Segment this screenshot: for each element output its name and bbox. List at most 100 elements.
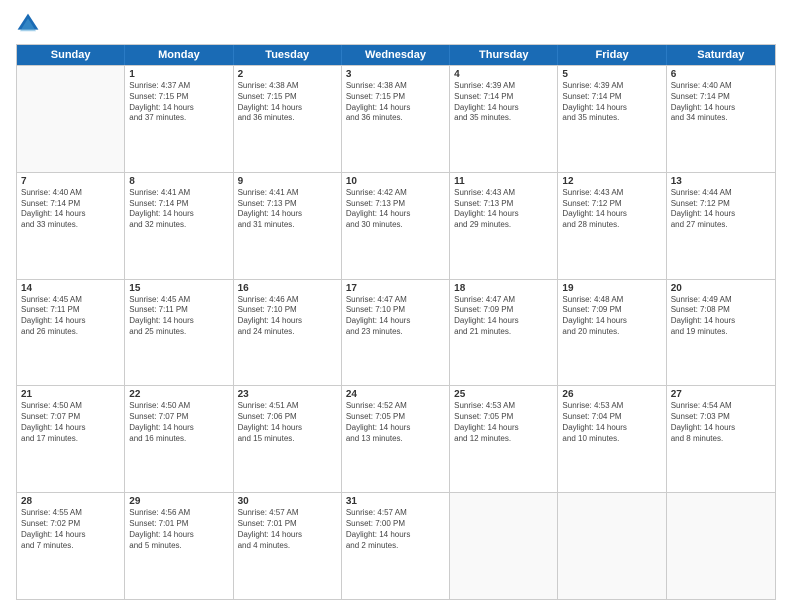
calendar-cell: 4Sunrise: 4:39 AMSunset: 7:14 PMDaylight… (450, 66, 558, 172)
cell-info: Sunrise: 4:39 AMSunset: 7:14 PMDaylight:… (454, 81, 553, 124)
cell-day-number: 8 (129, 176, 228, 187)
cell-day-number: 6 (671, 69, 771, 80)
cell-info: Sunrise: 4:38 AMSunset: 7:15 PMDaylight:… (238, 81, 337, 124)
calendar-cell: 28Sunrise: 4:55 AMSunset: 7:02 PMDayligh… (17, 493, 125, 599)
cell-info: Sunrise: 4:40 AMSunset: 7:14 PMDaylight:… (671, 81, 771, 124)
weekday-header: Sunday (17, 45, 125, 65)
calendar-cell: 27Sunrise: 4:54 AMSunset: 7:03 PMDayligh… (667, 386, 775, 492)
calendar: SundayMondayTuesdayWednesdayThursdayFrid… (16, 44, 776, 600)
cell-day-number: 23 (238, 389, 337, 400)
calendar-cell: 24Sunrise: 4:52 AMSunset: 7:05 PMDayligh… (342, 386, 450, 492)
cell-day-number: 4 (454, 69, 553, 80)
cell-day-number: 2 (238, 69, 337, 80)
calendar-row: 7Sunrise: 4:40 AMSunset: 7:14 PMDaylight… (17, 172, 775, 279)
header (16, 12, 776, 36)
cell-info: Sunrise: 4:47 AMSunset: 7:09 PMDaylight:… (454, 295, 553, 338)
cell-info: Sunrise: 4:38 AMSunset: 7:15 PMDaylight:… (346, 81, 445, 124)
cell-day-number: 13 (671, 176, 771, 187)
calendar-cell: 22Sunrise: 4:50 AMSunset: 7:07 PMDayligh… (125, 386, 233, 492)
cell-info: Sunrise: 4:57 AMSunset: 7:01 PMDaylight:… (238, 508, 337, 551)
cell-day-number: 12 (562, 176, 661, 187)
calendar-cell: 7Sunrise: 4:40 AMSunset: 7:14 PMDaylight… (17, 173, 125, 279)
weekday-header: Tuesday (234, 45, 342, 65)
calendar-cell: 11Sunrise: 4:43 AMSunset: 7:13 PMDayligh… (450, 173, 558, 279)
weekday-header: Saturday (667, 45, 775, 65)
cell-info: Sunrise: 4:43 AMSunset: 7:12 PMDaylight:… (562, 188, 661, 231)
weekday-header: Wednesday (342, 45, 450, 65)
cell-day-number: 28 (21, 496, 120, 507)
calendar-cell: 18Sunrise: 4:47 AMSunset: 7:09 PMDayligh… (450, 280, 558, 386)
cell-info: Sunrise: 4:45 AMSunset: 7:11 PMDaylight:… (21, 295, 120, 338)
weekday-header: Friday (558, 45, 666, 65)
cell-day-number: 16 (238, 283, 337, 294)
cell-info: Sunrise: 4:39 AMSunset: 7:14 PMDaylight:… (562, 81, 661, 124)
calendar-cell: 5Sunrise: 4:39 AMSunset: 7:14 PMDaylight… (558, 66, 666, 172)
cell-info: Sunrise: 4:55 AMSunset: 7:02 PMDaylight:… (21, 508, 120, 551)
calendar-body: 1Sunrise: 4:37 AMSunset: 7:15 PMDaylight… (17, 65, 775, 599)
cell-info: Sunrise: 4:40 AMSunset: 7:14 PMDaylight:… (21, 188, 120, 231)
calendar-cell: 21Sunrise: 4:50 AMSunset: 7:07 PMDayligh… (17, 386, 125, 492)
cell-day-number: 25 (454, 389, 553, 400)
cell-day-number: 20 (671, 283, 771, 294)
calendar-cell: 9Sunrise: 4:41 AMSunset: 7:13 PMDaylight… (234, 173, 342, 279)
calendar-cell: 10Sunrise: 4:42 AMSunset: 7:13 PMDayligh… (342, 173, 450, 279)
weekday-header: Monday (125, 45, 233, 65)
cell-info: Sunrise: 4:46 AMSunset: 7:10 PMDaylight:… (238, 295, 337, 338)
weekday-header: Thursday (450, 45, 558, 65)
calendar-cell: 25Sunrise: 4:53 AMSunset: 7:05 PMDayligh… (450, 386, 558, 492)
calendar-cell: 31Sunrise: 4:57 AMSunset: 7:00 PMDayligh… (342, 493, 450, 599)
page: SundayMondayTuesdayWednesdayThursdayFrid… (0, 0, 792, 612)
cell-day-number: 18 (454, 283, 553, 294)
calendar-cell: 17Sunrise: 4:47 AMSunset: 7:10 PMDayligh… (342, 280, 450, 386)
cell-day-number: 22 (129, 389, 228, 400)
calendar-cell: 6Sunrise: 4:40 AMSunset: 7:14 PMDaylight… (667, 66, 775, 172)
calendar-cell: 13Sunrise: 4:44 AMSunset: 7:12 PMDayligh… (667, 173, 775, 279)
calendar-cell: 26Sunrise: 4:53 AMSunset: 7:04 PMDayligh… (558, 386, 666, 492)
cell-info: Sunrise: 4:44 AMSunset: 7:12 PMDaylight:… (671, 188, 771, 231)
cell-day-number: 9 (238, 176, 337, 187)
cell-day-number: 27 (671, 389, 771, 400)
cell-day-number: 30 (238, 496, 337, 507)
calendar-cell: 8Sunrise: 4:41 AMSunset: 7:14 PMDaylight… (125, 173, 233, 279)
cell-info: Sunrise: 4:50 AMSunset: 7:07 PMDaylight:… (129, 401, 228, 444)
cell-day-number: 15 (129, 283, 228, 294)
cell-info: Sunrise: 4:53 AMSunset: 7:05 PMDaylight:… (454, 401, 553, 444)
calendar-row: 21Sunrise: 4:50 AMSunset: 7:07 PMDayligh… (17, 385, 775, 492)
calendar-cell: 16Sunrise: 4:46 AMSunset: 7:10 PMDayligh… (234, 280, 342, 386)
calendar-cell: 15Sunrise: 4:45 AMSunset: 7:11 PMDayligh… (125, 280, 233, 386)
calendar-cell (558, 493, 666, 599)
cell-info: Sunrise: 4:50 AMSunset: 7:07 PMDaylight:… (21, 401, 120, 444)
calendar-row: 14Sunrise: 4:45 AMSunset: 7:11 PMDayligh… (17, 279, 775, 386)
cell-day-number: 14 (21, 283, 120, 294)
calendar-cell: 2Sunrise: 4:38 AMSunset: 7:15 PMDaylight… (234, 66, 342, 172)
cell-info: Sunrise: 4:56 AMSunset: 7:01 PMDaylight:… (129, 508, 228, 551)
cell-day-number: 29 (129, 496, 228, 507)
cell-info: Sunrise: 4:42 AMSunset: 7:13 PMDaylight:… (346, 188, 445, 231)
calendar-cell: 29Sunrise: 4:56 AMSunset: 7:01 PMDayligh… (125, 493, 233, 599)
calendar-cell: 3Sunrise: 4:38 AMSunset: 7:15 PMDaylight… (342, 66, 450, 172)
cell-info: Sunrise: 4:41 AMSunset: 7:14 PMDaylight:… (129, 188, 228, 231)
cell-info: Sunrise: 4:43 AMSunset: 7:13 PMDaylight:… (454, 188, 553, 231)
cell-info: Sunrise: 4:41 AMSunset: 7:13 PMDaylight:… (238, 188, 337, 231)
cell-day-number: 10 (346, 176, 445, 187)
cell-day-number: 1 (129, 69, 228, 80)
calendar-cell: 19Sunrise: 4:48 AMSunset: 7:09 PMDayligh… (558, 280, 666, 386)
cell-info: Sunrise: 4:37 AMSunset: 7:15 PMDaylight:… (129, 81, 228, 124)
cell-day-number: 26 (562, 389, 661, 400)
calendar-row: 1Sunrise: 4:37 AMSunset: 7:15 PMDaylight… (17, 65, 775, 172)
cell-day-number: 17 (346, 283, 445, 294)
calendar-cell: 30Sunrise: 4:57 AMSunset: 7:01 PMDayligh… (234, 493, 342, 599)
cell-day-number: 19 (562, 283, 661, 294)
cell-day-number: 24 (346, 389, 445, 400)
calendar-cell: 20Sunrise: 4:49 AMSunset: 7:08 PMDayligh… (667, 280, 775, 386)
calendar-row: 28Sunrise: 4:55 AMSunset: 7:02 PMDayligh… (17, 492, 775, 599)
calendar-cell (667, 493, 775, 599)
cell-day-number: 11 (454, 176, 553, 187)
cell-info: Sunrise: 4:51 AMSunset: 7:06 PMDaylight:… (238, 401, 337, 444)
cell-day-number: 21 (21, 389, 120, 400)
logo-icon (16, 12, 40, 36)
calendar-cell: 14Sunrise: 4:45 AMSunset: 7:11 PMDayligh… (17, 280, 125, 386)
cell-info: Sunrise: 4:49 AMSunset: 7:08 PMDaylight:… (671, 295, 771, 338)
cell-day-number: 7 (21, 176, 120, 187)
cell-info: Sunrise: 4:48 AMSunset: 7:09 PMDaylight:… (562, 295, 661, 338)
